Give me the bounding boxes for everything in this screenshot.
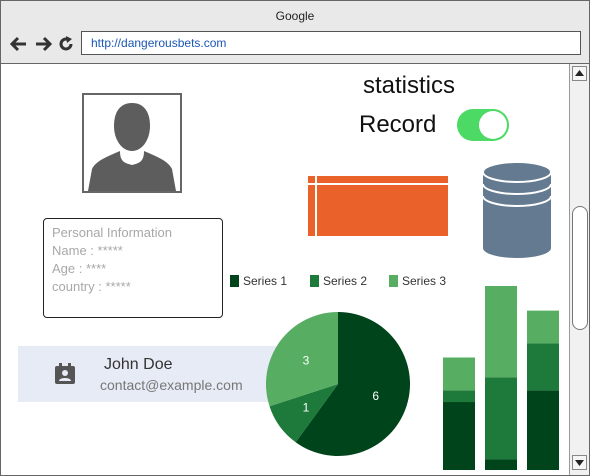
contact-name: John Doe bbox=[104, 356, 173, 373]
legend-swatch bbox=[310, 275, 319, 287]
database-icon bbox=[482, 161, 552, 258]
legend-item: Series 2 bbox=[310, 274, 367, 288]
navigation-bar: http://dangerousbets.com bbox=[1, 27, 589, 64]
record-label: Record bbox=[359, 111, 437, 138]
name-field: Name : ***** bbox=[52, 243, 123, 258]
personal-info-heading: Personal Information bbox=[52, 225, 172, 240]
triangle-up-icon bbox=[575, 70, 584, 76]
vertical-scrollbar[interactable] bbox=[569, 64, 589, 475]
pie-data-label: 3 bbox=[303, 354, 310, 368]
record-toggle[interactable] bbox=[457, 109, 509, 141]
legend-item: Series 1 bbox=[230, 274, 287, 288]
legend-swatch bbox=[230, 275, 239, 287]
legend-item: Series 3 bbox=[389, 274, 446, 288]
pie-data-label: 6 bbox=[372, 389, 379, 403]
contact-email: contact@example.com bbox=[100, 377, 243, 393]
user-silhouette-icon bbox=[88, 103, 176, 191]
contact-card-icon bbox=[55, 363, 75, 384]
bar-segment bbox=[527, 343, 559, 391]
bar-segment bbox=[443, 357, 475, 391]
bar-segment bbox=[485, 286, 517, 378]
browser-window: Google http://dangerousbets.com Personal… bbox=[0, 0, 590, 476]
legend-label: Series 1 bbox=[243, 274, 288, 288]
scroll-thumb[interactable] bbox=[572, 206, 588, 330]
stacked-bar-chart bbox=[443, 286, 559, 470]
personal-info-card: Personal Information Name : ***** Age : … bbox=[43, 218, 223, 318]
page-content: Personal Information Name : ***** Age : … bbox=[1, 64, 569, 475]
bar-segment bbox=[527, 390, 559, 470]
legend-label: Series 3 bbox=[402, 274, 447, 288]
arrow-left-icon[interactable] bbox=[10, 35, 28, 53]
legend-label: Series 2 bbox=[323, 274, 368, 288]
page-title: statistics bbox=[363, 72, 456, 99]
bar-segment bbox=[443, 390, 475, 403]
scroll-down-button[interactable] bbox=[572, 455, 587, 470]
contact-card: John Doe contact@example.com bbox=[18, 346, 280, 402]
arrow-right-icon[interactable] bbox=[34, 35, 52, 53]
bar-segment bbox=[527, 310, 559, 344]
pie-data-label: 1 bbox=[303, 400, 310, 414]
triangle-down-icon bbox=[575, 460, 584, 466]
bar-segment bbox=[485, 459, 517, 470]
age-field: Age : **** bbox=[52, 261, 107, 276]
address-bar[interactable]: http://dangerousbets.com bbox=[81, 31, 581, 55]
pie-chart: 6 1 3 bbox=[266, 312, 410, 456]
toggle-knob bbox=[479, 111, 507, 139]
bar-segment bbox=[443, 402, 475, 470]
scroll-up-button[interactable] bbox=[572, 66, 587, 81]
bar-segment bbox=[485, 377, 517, 460]
reload-icon[interactable] bbox=[57, 35, 75, 53]
table-icon bbox=[308, 176, 448, 236]
avatar bbox=[82, 93, 182, 193]
legend-swatch bbox=[389, 275, 398, 287]
country-field: country : ***** bbox=[52, 279, 131, 294]
